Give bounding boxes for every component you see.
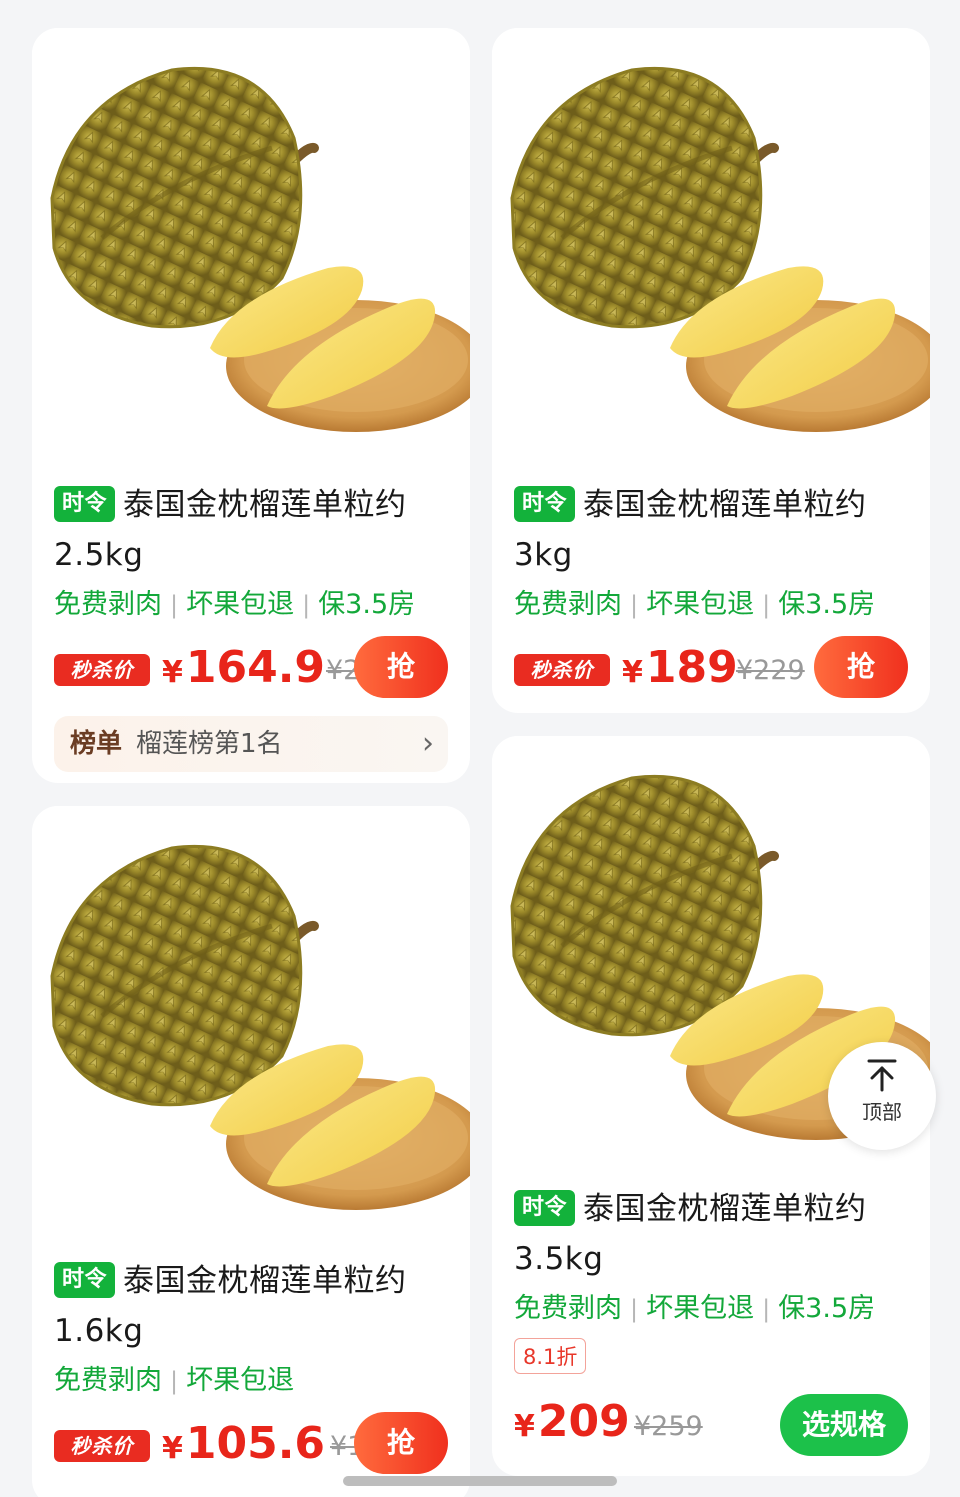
feature-bad-fruit-refund: 坏果包退	[186, 1365, 295, 1396]
price-value: 164.9	[185, 642, 326, 693]
season-tag: 时令	[54, 486, 116, 522]
feature-list: 免费剥肉 | 坏果包退 | 保3.5房	[514, 1286, 908, 1332]
sale-price: ¥105.6	[162, 1412, 325, 1481]
feature-bad-fruit-refund: 坏果包退	[646, 1293, 755, 1324]
product-image[interactable]	[492, 28, 930, 458]
feature-segments-guarantee: 保3.5房	[778, 1293, 876, 1324]
flash-sale-tag: 秒杀价	[54, 654, 150, 686]
price-row: 秒杀价 ¥164.9 ¥20 抢	[54, 636, 448, 700]
price-value: 209	[537, 1396, 630, 1447]
feature-free-peel: 免费剥肉	[514, 1293, 622, 1324]
feature-separator: |	[762, 591, 771, 619]
back-to-top-label: 顶部	[862, 1100, 902, 1124]
price-value: 189	[645, 642, 738, 693]
product-title: 时令 泰国金枕榴莲单粒约3kg	[514, 480, 908, 580]
ranking-label: 榜单	[70, 729, 123, 759]
grab-button[interactable]: 抢	[354, 636, 448, 698]
season-tag: 时令	[514, 486, 576, 522]
original-price: ¥259	[634, 1411, 703, 1442]
season-tag: 时令	[54, 1262, 116, 1298]
product-card[interactable]: 时令 泰国金枕榴莲单粒约2.5kg 免费剥肉 | 坏果包退 | 保3.5房 秒杀价 ¥16…	[32, 28, 470, 783]
price-row: ¥209 ¥259 选规格	[514, 1382, 908, 1468]
feature-list: 免费剥肉 | 坏果包退 | 保3.5房	[54, 582, 448, 628]
sale-price: ¥189	[622, 636, 738, 705]
back-to-top-button[interactable]: 顶部	[828, 1042, 936, 1150]
currency-symbol: ¥	[622, 655, 643, 690]
feature-bad-fruit-refund: 坏果包退	[186, 589, 295, 620]
currency-symbol: ¥	[162, 1431, 183, 1466]
season-tag: 时令	[514, 1190, 576, 1226]
feature-list: 免费剥肉 | 坏果包退 | 保3.5房	[514, 582, 908, 628]
flash-sale-tag: 秒杀价	[514, 654, 610, 686]
sale-price: ¥209	[514, 1390, 630, 1459]
grab-button[interactable]: 抢	[814, 636, 908, 698]
product-title: 时令 泰国金枕榴莲单粒约3.5kg	[514, 1184, 908, 1284]
feature-list: 免费剥肉 | 坏果包退	[54, 1358, 448, 1404]
feature-separator: |	[170, 1367, 179, 1395]
feature-separator: |	[630, 591, 639, 619]
product-title: 时令 泰国金枕榴莲单粒约2.5kg	[54, 480, 448, 580]
select-spec-button[interactable]: 选规格	[780, 1394, 908, 1456]
product-card[interactable]: 时令 泰国金枕榴莲单粒约3kg 免费剥肉 | 坏果包退 | 保3.5房 秒杀价 ¥189 …	[492, 28, 930, 713]
product-title: 时令 泰国金枕榴莲单粒约1.6kg	[54, 1256, 448, 1356]
feature-separator: |	[302, 591, 311, 619]
ranking-bar[interactable]: 榜单 榴莲榜第1名 ›	[54, 716, 448, 772]
feature-free-peel: 免费剥肉	[54, 1365, 162, 1396]
discount-badge: 8.1折	[514, 1338, 587, 1374]
product-image[interactable]	[32, 28, 470, 458]
arrow-up-to-line-icon	[867, 1059, 897, 1092]
product-image[interactable]	[32, 806, 470, 1236]
feature-segments-guarantee: 保3.5房	[778, 589, 876, 620]
feature-separator: |	[630, 1295, 639, 1323]
feature-bad-fruit-refund: 坏果包退	[646, 589, 755, 620]
feature-segments-guarantee: 保3.5房	[318, 589, 416, 620]
price-value: 105.6	[185, 1418, 326, 1469]
ranking-text: 榴莲榜第1名	[136, 729, 283, 759]
original-price: ¥229	[736, 655, 805, 686]
price-row: 秒杀价 ¥189 ¥229 抢	[514, 636, 908, 700]
home-indicator[interactable]	[343, 1476, 617, 1486]
currency-symbol: ¥	[162, 655, 183, 690]
flash-sale-tag: 秒杀价	[54, 1430, 150, 1462]
price-row: 秒杀价 ¥105.6 ¥13 抢	[54, 1412, 448, 1476]
sale-price: ¥164.9	[162, 636, 325, 705]
chevron-right-icon: ›	[422, 726, 434, 761]
feature-separator: |	[762, 1295, 771, 1323]
feature-separator: |	[170, 591, 179, 619]
feature-free-peel: 免费剥肉	[514, 589, 622, 620]
product-card[interactable]: 时令泰国金枕榴莲单粒约1.6kg 免费剥肉 |坏果包退 秒杀价 ¥105.6 ¥1…	[32, 806, 470, 1497]
currency-symbol: ¥	[514, 1409, 535, 1444]
grab-button[interactable]: 抢	[354, 1412, 448, 1474]
feature-free-peel: 免费剥肉	[54, 589, 162, 620]
